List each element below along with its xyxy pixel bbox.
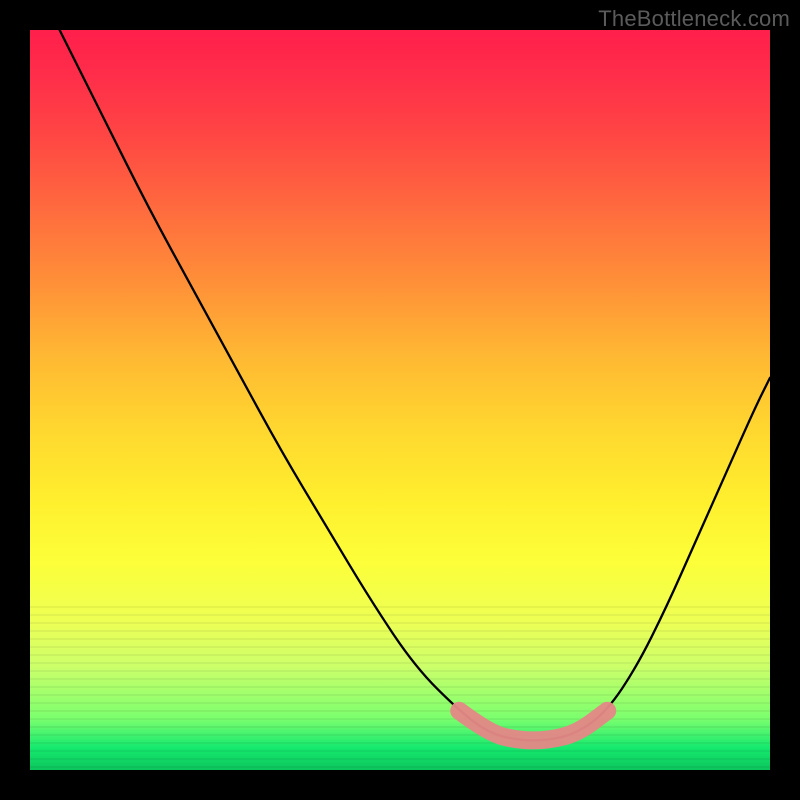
plot-area — [30, 30, 770, 770]
watermark-text: TheBottleneck.com — [598, 6, 790, 32]
trough-highlight — [459, 711, 607, 741]
curve-line — [60, 30, 770, 740]
chart-stage: TheBottleneck.com — [0, 0, 800, 800]
curve-svg — [30, 30, 770, 770]
